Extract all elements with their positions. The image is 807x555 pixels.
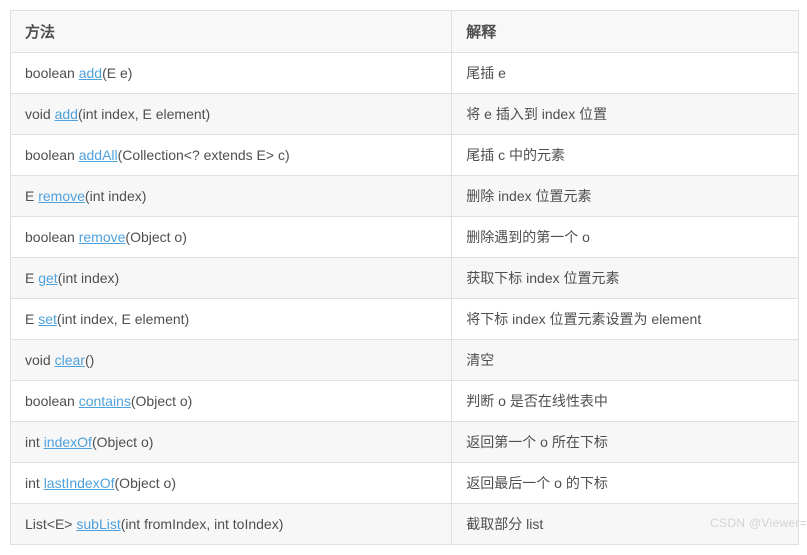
table-row: boolean addAll(Collection<? extends E> c… (11, 135, 799, 176)
method-prefix: boolean (25, 147, 79, 163)
method-cell: int lastIndexOf(Object o) (11, 463, 452, 504)
method-suffix: (Object o) (115, 475, 176, 491)
method-cell: boolean addAll(Collection<? extends E> c… (11, 135, 452, 176)
desc-cell: 将 e 插入到 index 位置 (452, 94, 799, 135)
method-cell: int indexOf(Object o) (11, 422, 452, 463)
method-link[interactable]: set (38, 311, 57, 327)
method-cell: void clear() (11, 340, 452, 381)
method-cell: boolean contains(Object o) (11, 381, 452, 422)
method-prefix: void (25, 352, 55, 368)
desc-cell: 尾插 c 中的元素 (452, 135, 799, 176)
desc-cell: 删除遇到的第一个 o (452, 217, 799, 258)
table-row: void add(int index, E element)将 e 插入到 in… (11, 94, 799, 135)
method-suffix: () (85, 352, 94, 368)
header-method: 方法 (11, 11, 452, 53)
method-suffix: (int index, E element) (57, 311, 189, 327)
method-link[interactable]: add (55, 106, 78, 122)
method-suffix: (Object o) (92, 434, 153, 450)
method-link[interactable]: contains (79, 393, 131, 409)
method-prefix: boolean (25, 229, 79, 245)
method-link[interactable]: subList (76, 516, 120, 532)
method-cell: List<E> subList(int fromIndex, int toInd… (11, 504, 452, 545)
table-row: E set(int index, E element)将下标 index 位置元… (11, 299, 799, 340)
table-row: int indexOf(Object o)返回第一个 o 所在下标 (11, 422, 799, 463)
method-prefix: int (25, 434, 44, 450)
method-suffix: (Collection<? extends E> c) (118, 147, 290, 163)
method-prefix: List<E> (25, 516, 76, 532)
method-suffix: (int fromIndex, int toIndex) (121, 516, 284, 532)
method-prefix: E (25, 311, 38, 327)
method-prefix: boolean (25, 65, 79, 81)
table-header-row: 方法 解释 (11, 11, 799, 53)
header-desc: 解释 (452, 11, 799, 53)
method-link[interactable]: lastIndexOf (44, 475, 115, 491)
table-row: E remove(int index)删除 index 位置元素 (11, 176, 799, 217)
method-cell: boolean add(E e) (11, 53, 452, 94)
method-link[interactable]: add (79, 65, 102, 81)
desc-cell: 返回最后一个 o 的下标 (452, 463, 799, 504)
table-row: List<E> subList(int fromIndex, int toInd… (11, 504, 799, 545)
method-prefix: E (25, 188, 38, 204)
method-cell: E get(int index) (11, 258, 452, 299)
method-cell: void add(int index, E element) (11, 94, 452, 135)
method-suffix: (int index) (85, 188, 146, 204)
method-prefix: E (25, 270, 38, 286)
method-link[interactable]: remove (79, 229, 126, 245)
method-link[interactable]: remove (38, 188, 85, 204)
desc-cell: 尾插 e (452, 53, 799, 94)
method-prefix: boolean (25, 393, 79, 409)
method-cell: boolean remove(Object o) (11, 217, 452, 258)
desc-cell: 将下标 index 位置元素设置为 element (452, 299, 799, 340)
method-prefix: int (25, 475, 44, 491)
method-suffix: (Object o) (131, 393, 192, 409)
method-suffix: (int index, E element) (78, 106, 210, 122)
table-row: boolean remove(Object o)删除遇到的第一个 o (11, 217, 799, 258)
table-row: void clear()清空 (11, 340, 799, 381)
desc-cell: 清空 (452, 340, 799, 381)
desc-cell: 返回第一个 o 所在下标 (452, 422, 799, 463)
method-cell: E remove(int index) (11, 176, 452, 217)
desc-cell: 删除 index 位置元素 (452, 176, 799, 217)
table-row: boolean contains(Object o)判断 o 是否在线性表中 (11, 381, 799, 422)
method-cell: E set(int index, E element) (11, 299, 452, 340)
table-row: E get(int index)获取下标 index 位置元素 (11, 258, 799, 299)
method-prefix: void (25, 106, 55, 122)
desc-cell: 截取部分 list (452, 504, 799, 545)
table-row: boolean add(E e)尾插 e (11, 53, 799, 94)
desc-cell: 获取下标 index 位置元素 (452, 258, 799, 299)
method-link[interactable]: get (38, 270, 57, 286)
method-suffix: (Object o) (125, 229, 186, 245)
desc-cell: 判断 o 是否在线性表中 (452, 381, 799, 422)
table-row: int lastIndexOf(Object o)返回最后一个 o 的下标 (11, 463, 799, 504)
method-suffix: (E e) (102, 65, 132, 81)
methods-table: 方法 解释 boolean add(E e)尾插 evoid add(int i… (10, 10, 799, 545)
method-suffix: (int index) (58, 270, 119, 286)
method-link[interactable]: indexOf (44, 434, 92, 450)
method-link[interactable]: addAll (79, 147, 118, 163)
method-link[interactable]: clear (55, 352, 85, 368)
